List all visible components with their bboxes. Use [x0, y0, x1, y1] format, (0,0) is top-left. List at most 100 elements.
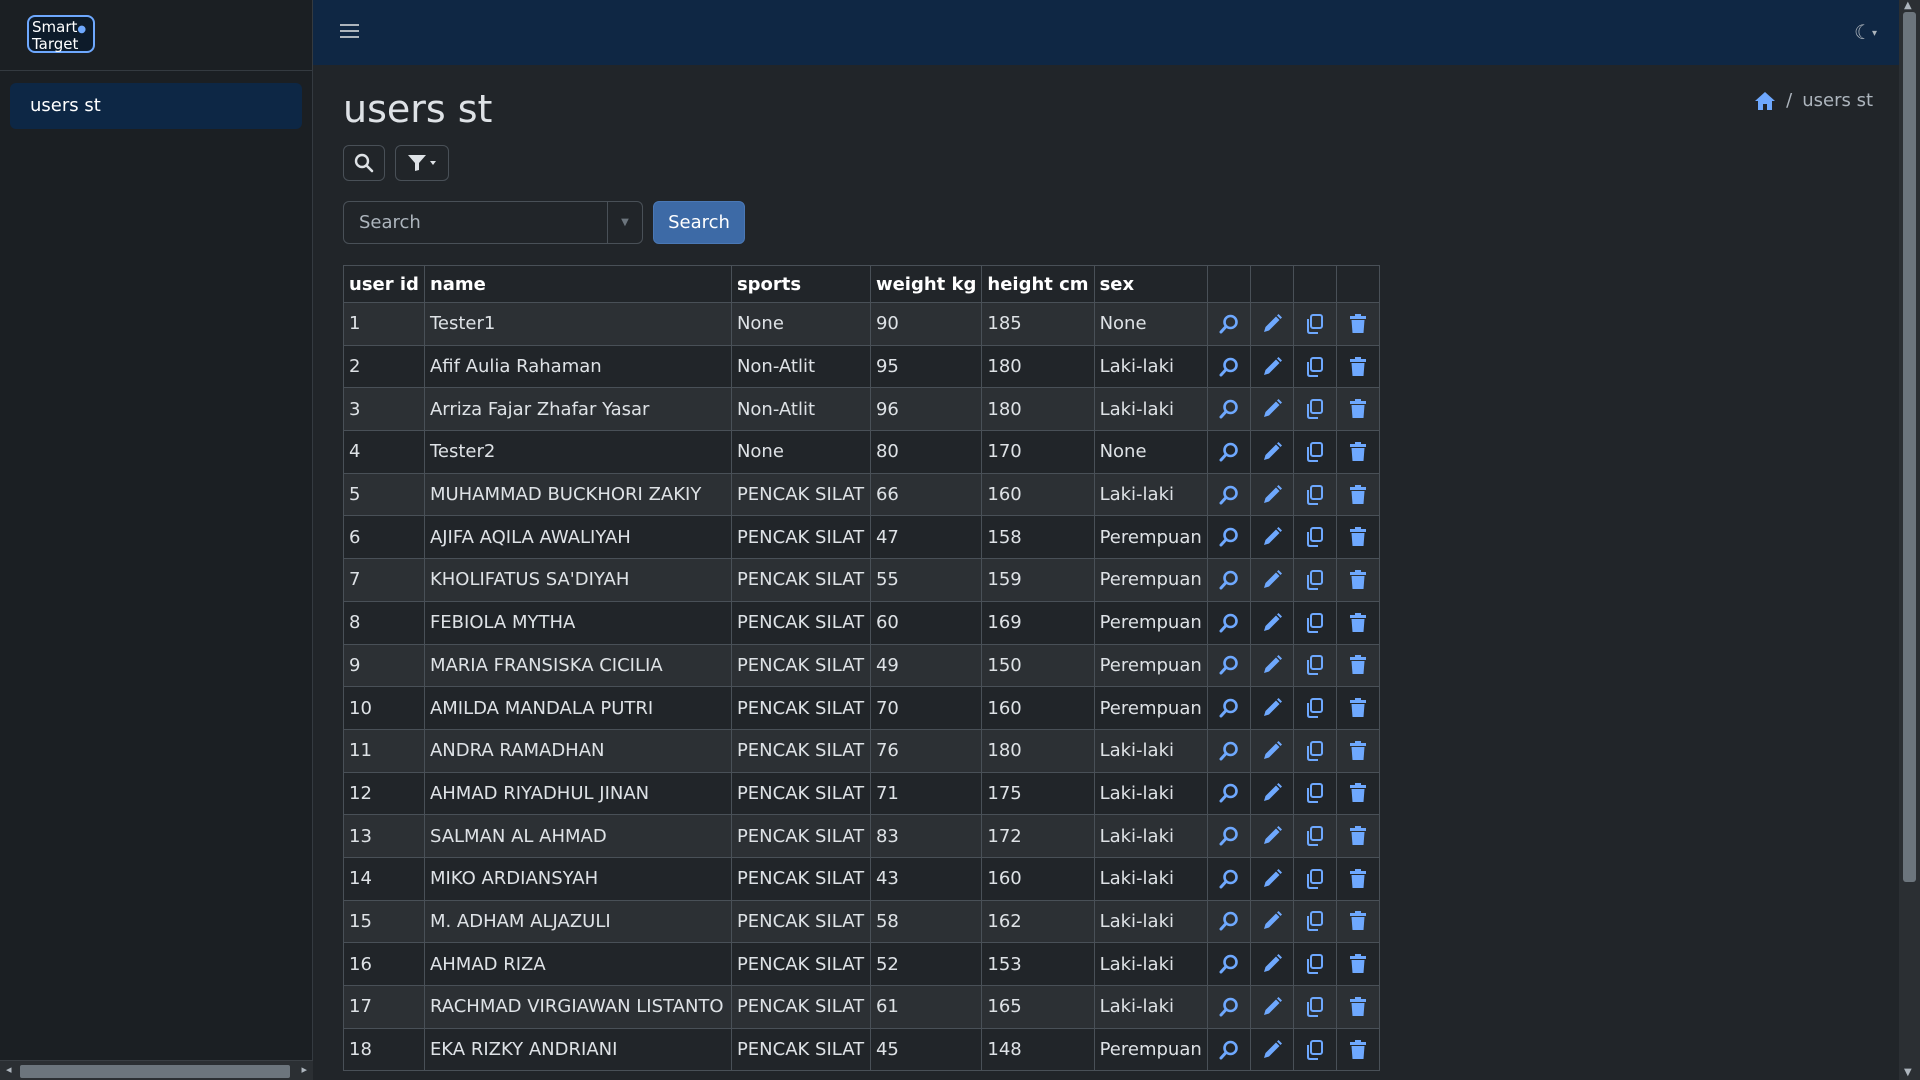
delete-button[interactable]	[1335, 430, 1380, 474]
delete-button[interactable]	[1335, 515, 1380, 560]
delete-button[interactable]	[1335, 771, 1380, 816]
delete-button[interactable]	[1335, 344, 1380, 389]
edit-button[interactable]	[1249, 643, 1294, 688]
search-input[interactable]	[343, 201, 608, 244]
view-button[interactable]	[1206, 430, 1251, 474]
copy-button[interactable]	[1292, 985, 1337, 1029]
delete-button[interactable]	[1335, 558, 1380, 602]
copy-button[interactable]	[1292, 1027, 1337, 1072]
delete-button[interactable]	[1335, 302, 1380, 346]
edit-button[interactable]	[1249, 728, 1294, 773]
column-header-height[interactable]: height cm	[981, 265, 1095, 303]
delete-button[interactable]	[1335, 643, 1380, 688]
view-button[interactable]	[1206, 942, 1251, 986]
copy-button[interactable]	[1292, 686, 1337, 730]
copy-button[interactable]	[1292, 344, 1337, 389]
scroll-right-icon[interactable]: ▸	[301, 1063, 307, 1076]
copy-button[interactable]	[1292, 600, 1337, 645]
delete-button[interactable]	[1335, 1027, 1380, 1072]
edit-button[interactable]	[1249, 1027, 1294, 1072]
hamburger-menu-icon[interactable]	[340, 20, 362, 44]
edit-button[interactable]	[1249, 600, 1294, 645]
cell-sex: Perempuan	[1093, 515, 1208, 560]
delete-button[interactable]	[1335, 985, 1380, 1029]
copy-button[interactable]	[1292, 302, 1337, 346]
edit-button[interactable]	[1249, 856, 1294, 901]
view-button[interactable]	[1206, 558, 1251, 602]
column-header-sex[interactable]: sex	[1093, 265, 1208, 303]
view-button[interactable]	[1206, 1027, 1251, 1072]
home-icon[interactable]	[1754, 91, 1776, 111]
view-button[interactable]	[1206, 856, 1251, 901]
edit-button[interactable]	[1249, 899, 1294, 944]
cell-height: 160	[981, 472, 1095, 517]
delete-button[interactable]	[1335, 472, 1380, 517]
copy-button[interactable]	[1292, 472, 1337, 517]
delete-button[interactable]	[1335, 856, 1380, 901]
column-header-weight[interactable]: weight kg	[869, 265, 983, 303]
view-button[interactable]	[1206, 600, 1251, 645]
brand-logo[interactable]: Smart● Target	[27, 15, 95, 53]
page-vertical-scrollbar[interactable]: ▲ ▼	[1899, 0, 1920, 1080]
theme-toggle[interactable]: ☾▾	[1854, 20, 1877, 44]
copy-button[interactable]	[1292, 856, 1337, 901]
edit-button[interactable]	[1249, 344, 1294, 389]
scroll-down-icon[interactable]: ▼	[1904, 1067, 1912, 1078]
filter-button[interactable]	[395, 145, 449, 181]
view-button[interactable]	[1206, 515, 1251, 560]
delete-button[interactable]	[1335, 686, 1380, 730]
view-button[interactable]	[1206, 686, 1251, 730]
edit-button[interactable]	[1249, 558, 1294, 602]
brand[interactable]: Smart● Target	[0, 0, 312, 71]
scrollbar-thumb[interactable]	[20, 1065, 290, 1078]
view-button[interactable]	[1206, 344, 1251, 389]
view-button[interactable]	[1206, 814, 1251, 858]
edit-button[interactable]	[1249, 387, 1294, 432]
delete-button[interactable]	[1335, 942, 1380, 986]
search-icon	[354, 153, 374, 173]
copy-button[interactable]	[1292, 430, 1337, 474]
search-dropdown-toggle[interactable]: ▼	[608, 201, 643, 244]
edit-button[interactable]	[1249, 686, 1294, 730]
edit-button[interactable]	[1249, 985, 1294, 1029]
delete-button[interactable]	[1335, 600, 1380, 645]
view-button[interactable]	[1206, 985, 1251, 1029]
copy-button[interactable]	[1292, 942, 1337, 986]
copy-button[interactable]	[1292, 899, 1337, 944]
sidebar-horizontal-scrollbar[interactable]: ◂ ▸	[0, 1060, 313, 1080]
scrollbar-thumb[interactable]	[1903, 12, 1916, 882]
edit-button[interactable]	[1249, 942, 1294, 986]
edit-button[interactable]	[1249, 430, 1294, 474]
delete-button[interactable]	[1335, 728, 1380, 773]
copy-button[interactable]	[1292, 515, 1337, 560]
edit-button[interactable]	[1249, 302, 1294, 346]
edit-button[interactable]	[1249, 771, 1294, 816]
copy-button[interactable]	[1292, 643, 1337, 688]
copy-button[interactable]	[1292, 387, 1337, 432]
view-button[interactable]	[1206, 472, 1251, 517]
sidebar-item-users-st[interactable]: users st	[10, 83, 302, 129]
delete-button[interactable]	[1335, 814, 1380, 858]
view-button[interactable]	[1206, 643, 1251, 688]
column-header-name[interactable]: name	[423, 265, 732, 303]
copy-button[interactable]	[1292, 558, 1337, 602]
view-button[interactable]	[1206, 387, 1251, 432]
copy-button[interactable]	[1292, 728, 1337, 773]
view-button[interactable]	[1206, 302, 1251, 346]
copy-button[interactable]	[1292, 814, 1337, 858]
scroll-up-icon[interactable]: ▲	[1904, 0, 1912, 11]
scroll-left-icon[interactable]: ◂	[6, 1063, 12, 1076]
copy-button[interactable]	[1292, 771, 1337, 816]
edit-button[interactable]	[1249, 472, 1294, 517]
view-button[interactable]	[1206, 728, 1251, 773]
edit-button[interactable]	[1249, 814, 1294, 858]
delete-button[interactable]	[1335, 387, 1380, 432]
view-button[interactable]	[1206, 771, 1251, 816]
column-header-sports[interactable]: sports	[730, 265, 871, 303]
edit-button[interactable]	[1249, 515, 1294, 560]
search-toggle-button[interactable]	[343, 145, 385, 181]
column-header-user-id[interactable]: user id	[343, 265, 425, 303]
delete-button[interactable]	[1335, 899, 1380, 944]
view-button[interactable]	[1206, 899, 1251, 944]
search-button[interactable]: Search	[653, 201, 745, 244]
